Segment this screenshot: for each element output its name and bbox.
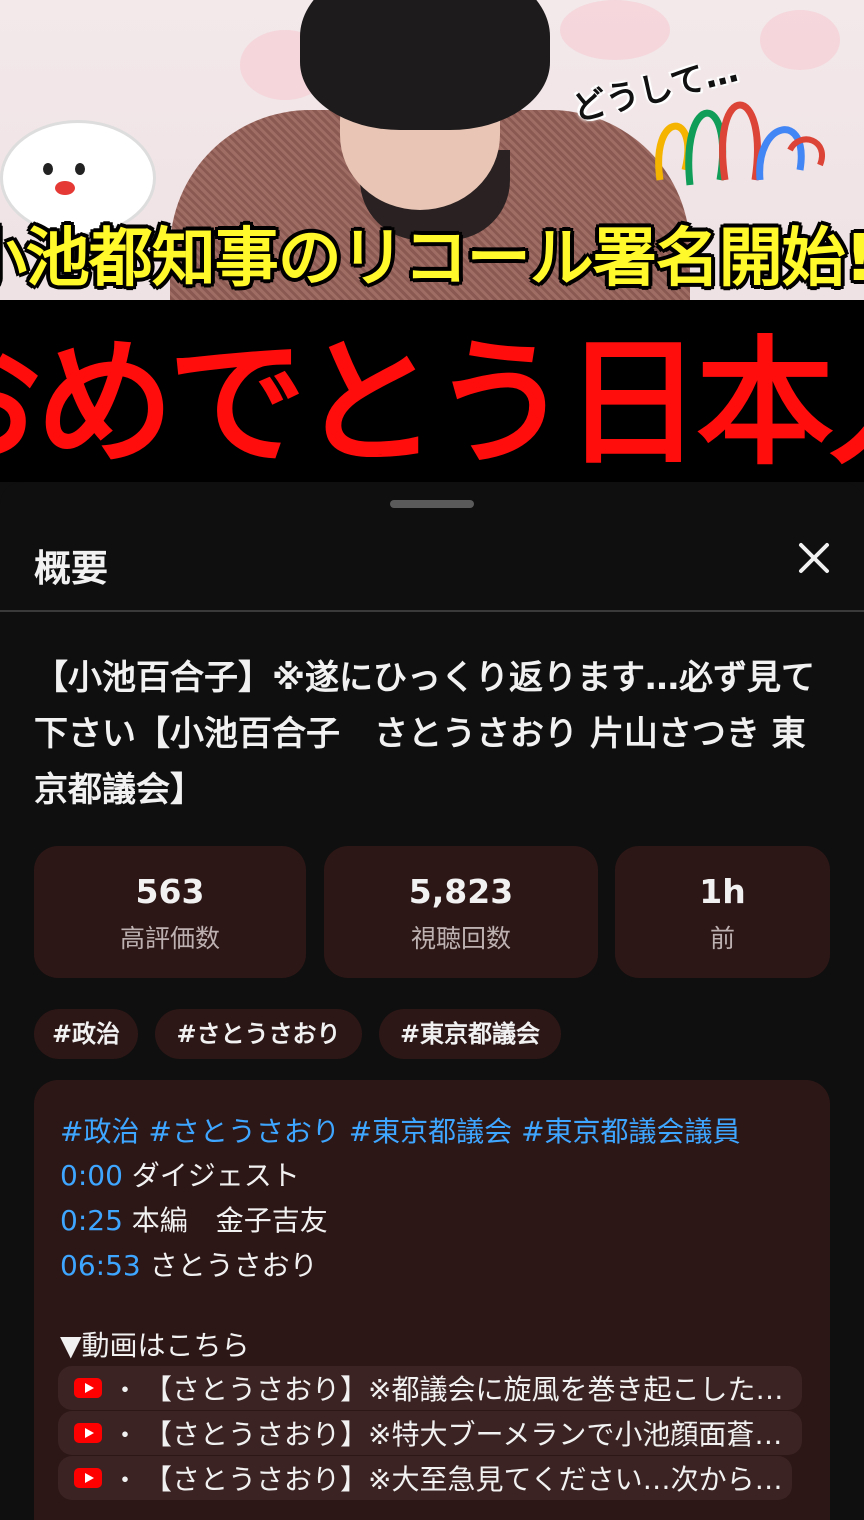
chapter-timestamp[interactable]: 06:53	[60, 1249, 141, 1282]
youtube-icon	[74, 1468, 102, 1488]
linked-video-chip[interactable]: ・ 【さとうさおり】※大至急見てください…次から…	[58, 1456, 792, 1500]
thumbnail-caption-bottom: おめでとう日本人	[0, 321, 864, 482]
chapter-item: 0:00 ダイジェスト	[60, 1154, 300, 1194]
hashtag-chip[interactable]: #さとうさおり	[155, 1009, 362, 1059]
description-box: #政治 #さとうさおり #東京都議会 #東京都議会議員 0:00 ダイジェスト …	[34, 1080, 830, 1520]
close-icon[interactable]	[790, 534, 838, 582]
drag-handle[interactable]	[390, 500, 474, 508]
chapter-timestamp[interactable]: 0:25	[60, 1204, 123, 1237]
views-count: 5,823	[408, 872, 514, 911]
views-stat: 5,823 視聴回数	[324, 846, 598, 978]
linked-video-chip[interactable]: ・ 【さとうさおり】※都議会に旋風を巻き起こした…	[58, 1366, 802, 1410]
separator-dot: ・	[112, 1420, 139, 1451]
chapter-item: 06:53 さとうさおり	[60, 1244, 318, 1284]
views-label: 視聴回数	[410, 924, 511, 953]
divider	[0, 610, 864, 612]
chapter-timestamp[interactable]: 0:00	[60, 1159, 123, 1192]
chapter-title: さとうさおり	[149, 1249, 318, 1282]
upload-time-value: 1h	[699, 872, 746, 911]
background-petal	[760, 10, 840, 70]
chapter-title: 本編 金子吉友	[131, 1204, 328, 1237]
chapter-item: 0:25 本編 金子吉友	[60, 1199, 328, 1239]
chapter-title: ダイジェスト	[131, 1159, 300, 1192]
youtube-icon	[74, 1378, 102, 1398]
likes-stat: 563 高評価数	[34, 846, 306, 978]
video-title: 【小池百合子】※遂にひっくり返ります…必ず見て下さい【小池百合子 さとうさおり …	[34, 658, 816, 810]
background-petal	[560, 0, 670, 60]
linked-video-title: 【さとうさおり】※都議会に旋風を巻き起こした…	[144, 1373, 784, 1406]
videos-header: ▼動画はこちら	[60, 1329, 250, 1362]
upload-time-label: 前	[709, 924, 735, 953]
hashtag-chip[interactable]: #東京都議会	[379, 1009, 561, 1059]
likes-label: 高評価数	[119, 924, 220, 953]
upload-time-stat: 1h 前	[615, 846, 830, 978]
thumbnail-caption-top: 小池都知事のリコール署名開始!!	[0, 221, 864, 296]
separator-dot: ・	[112, 1375, 139, 1406]
linked-video-title: 【さとうさおり】※特大ブーメランで小池顔面蒼…	[144, 1418, 783, 1451]
description-hashtags[interactable]: #政治 #さとうさおり #東京都議会 #東京都議会議員	[60, 1110, 741, 1150]
video-thumbnail[interactable]: どうして… 小池都知事のリコール署名開始!! おめでとう日本人	[0, 0, 864, 482]
person-hair	[300, 0, 550, 130]
separator-dot: ・	[112, 1465, 139, 1496]
hashtag-chip[interactable]: #政治	[34, 1009, 138, 1059]
linked-video-chip[interactable]: ・ 【さとうさおり】※特大ブーメランで小池顔面蒼…	[58, 1411, 802, 1455]
likes-count: 563	[135, 872, 205, 911]
panel-title: 概要	[34, 547, 108, 590]
youtube-icon	[74, 1423, 102, 1443]
linked-video-title: 【さとうさおり】※大至急見てください…次から…	[144, 1463, 783, 1496]
description-panel: 概要 【小池百合子】※遂にひっくり返ります…必ず見て下さい【小池百合子 さとうさ…	[0, 482, 864, 1520]
